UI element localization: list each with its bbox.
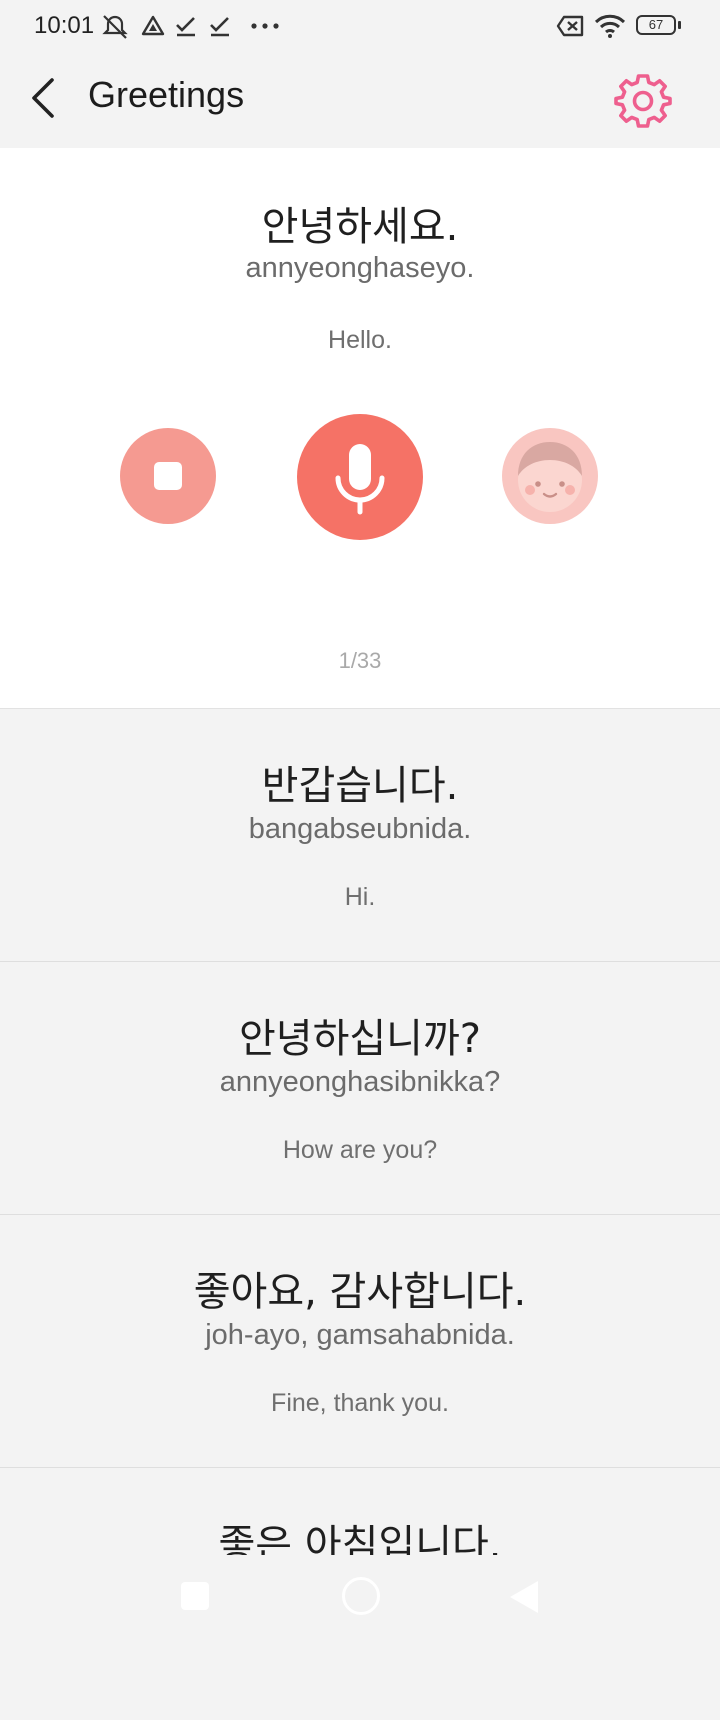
settings-button[interactable] xyxy=(612,70,674,132)
korean-text: 반갑습니다. xyxy=(261,763,459,809)
system-nav-bar xyxy=(0,1555,720,1650)
korean-text: 좋아요, 감사합니다. xyxy=(193,1269,527,1315)
recents-square-icon[interactable] xyxy=(181,1582,209,1610)
english-translation: Hello. xyxy=(328,326,392,354)
english-translation: How are you? xyxy=(282,1136,438,1164)
english-translation: Hi. xyxy=(344,883,376,911)
avatar-icon xyxy=(518,442,582,512)
romanization-text: joh-ayo, gamsahabnida. xyxy=(205,1319,515,1351)
romanization-text: annyeonghasibnikka? xyxy=(219,1066,501,1098)
chevron-left-icon xyxy=(32,78,54,118)
back-triangle-icon[interactable] xyxy=(508,1579,540,1615)
battery-level: 67 xyxy=(648,17,664,32)
status-time: 10:01 xyxy=(34,12,95,39)
record-button[interactable] xyxy=(297,414,423,540)
app-header: Greetings xyxy=(0,50,720,148)
gear-icon xyxy=(614,74,672,128)
check-icon xyxy=(176,17,195,37)
romanization-text: annyeonghaseyo. xyxy=(245,252,475,284)
english-translation: Fine, thank you. xyxy=(271,1389,449,1417)
drive-icon xyxy=(141,15,165,36)
sim-off-icon xyxy=(556,15,584,37)
phrase-list-item[interactable]: 안녕하십니까? annyeonghasibnikka? How are you? xyxy=(0,962,720,1215)
stop-button[interactable] xyxy=(120,428,216,524)
korean-text: 안녕하세요. xyxy=(261,204,459,250)
page-title: Greetings xyxy=(88,74,245,115)
phrase-list-item[interactable]: 반갑습니다. bangabseubnida. Hi. xyxy=(0,709,720,962)
status-bar: 10:01 67 xyxy=(0,0,720,50)
phrase-list-item[interactable]: 좋아요, 감사합니다. joh-ayo, gamsahabnida. Fine,… xyxy=(0,1215,720,1468)
korean-text: 안녕하십니까? xyxy=(238,1016,482,1062)
back-button[interactable] xyxy=(26,72,66,124)
microphone-icon xyxy=(335,444,385,515)
wifi-icon xyxy=(594,14,626,38)
mute-icon xyxy=(102,15,128,39)
more-icon xyxy=(251,23,279,29)
voice-avatar-button[interactable] xyxy=(502,428,598,524)
romanization-text: bangabseubnida. xyxy=(248,813,472,845)
home-circle-icon[interactable] xyxy=(342,1577,380,1615)
check-icon xyxy=(210,17,229,37)
active-phrase-card: 안녕하세요. annyeonghaseyo. Hello. 1/33 xyxy=(0,148,720,709)
battery-icon: 67 xyxy=(636,15,676,35)
battery-tip xyxy=(678,21,681,29)
stop-icon xyxy=(154,462,182,490)
phrase-counter: 1/33 xyxy=(338,648,382,673)
